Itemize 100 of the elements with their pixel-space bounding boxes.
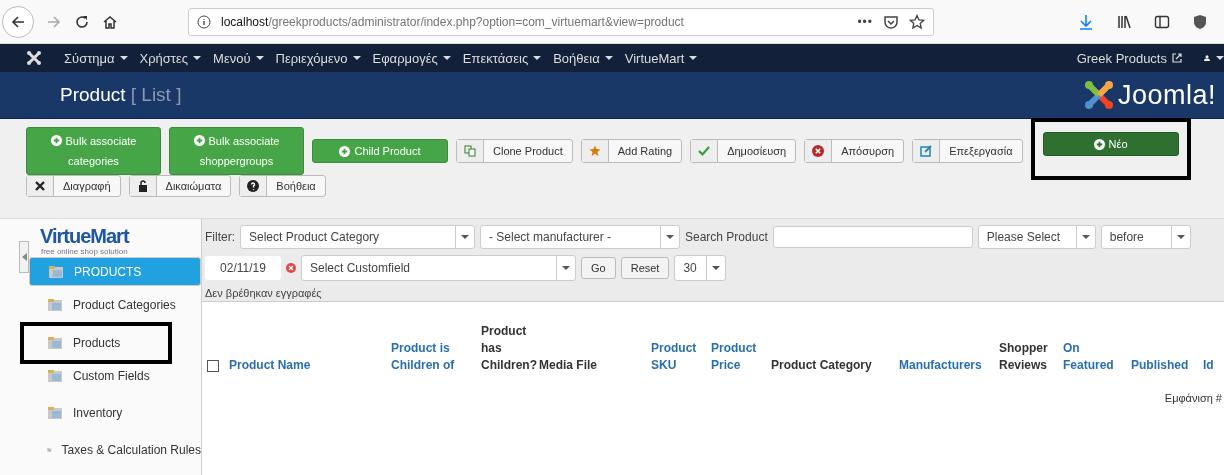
check-icon bbox=[698, 145, 711, 157]
search-field[interactable] bbox=[772, 226, 973, 248]
go-button[interactable]: Go bbox=[581, 257, 616, 279]
caret-icon bbox=[461, 235, 469, 239]
pocket-icon[interactable] bbox=[883, 13, 899, 30]
edit-icon bbox=[920, 145, 933, 157]
limit-select[interactable]: 30 bbox=[674, 255, 727, 281]
nav-menu[interactable]: Μενού bbox=[213, 50, 264, 66]
back-button[interactable] bbox=[2, 5, 34, 38]
sort-link[interactable]: Manufacturers bbox=[899, 357, 999, 374]
sidebar-item[interactable]: Taxes & Calculation Rules bbox=[29, 431, 201, 468]
sort-link[interactable]: Published bbox=[1131, 357, 1203, 374]
page-title: Product [ List ] bbox=[60, 84, 182, 106]
caret-icon bbox=[193, 56, 202, 60]
no-records-message: Δεν βρέθηκαν εγγραφές bbox=[205, 287, 323, 299]
external-link-icon bbox=[1172, 53, 1182, 63]
site-link[interactable]: Greek Products bbox=[1076, 50, 1182, 66]
caret-icon bbox=[533, 56, 542, 60]
caret-icon bbox=[666, 235, 674, 239]
sort-link[interactable]: Product SKU bbox=[651, 340, 711, 374]
joomla-logo: Joomla! bbox=[1083, 79, 1216, 111]
date-field[interactable]: 02/11/19 bbox=[205, 256, 281, 280]
folder-icon bbox=[47, 368, 63, 383]
toolbar-button[interactable]: Βοήθεια bbox=[239, 175, 326, 197]
clear-icon[interactable] bbox=[286, 263, 296, 273]
arrow-left-icon bbox=[10, 13, 26, 30]
shield-icon[interactable] bbox=[1192, 13, 1208, 30]
select-all-checkbox[interactable] bbox=[207, 360, 219, 372]
toolbar-button[interactable]: Clone Product bbox=[456, 139, 573, 163]
plus-icon bbox=[339, 145, 351, 157]
column-header: Media File bbox=[539, 357, 598, 374]
home-icon[interactable] bbox=[102, 13, 118, 30]
caret-icon bbox=[1176, 235, 1185, 239]
folder-icon bbox=[47, 297, 63, 312]
sidebar-item[interactable]: Inventory bbox=[29, 394, 201, 431]
address-bar[interactable]: localhost/greekproducts/administrator/index.php?option=com_virtuemart&view=product ••• bbox=[188, 7, 934, 36]
close-icon bbox=[34, 180, 46, 192]
nav-menu[interactable]: Χρήστες bbox=[139, 50, 202, 66]
folder-icon bbox=[47, 405, 63, 420]
nav-menu[interactable]: Επεκτάσεις bbox=[462, 50, 542, 66]
caret-icon bbox=[1081, 235, 1090, 239]
sort-link[interactable]: Product is Children of bbox=[391, 340, 481, 374]
toolbar-button[interactable]: Νέο bbox=[1042, 132, 1179, 156]
url-text: localhost/greekproducts/administrator/index.php?option=com_virtuemart&view=product bbox=[221, 14, 685, 29]
sidebar-item[interactable]: Product Categories bbox=[29, 286, 201, 323]
column-header: Product Category bbox=[771, 357, 873, 374]
nav-menu[interactable]: Σύστημα bbox=[64, 50, 128, 66]
toolbar-button[interactable]: Δημοσίευση bbox=[690, 139, 797, 163]
lock-icon bbox=[136, 180, 149, 192]
toolbar-button[interactable]: Add Rating bbox=[580, 139, 683, 163]
more-icon[interactable]: ••• bbox=[857, 14, 873, 29]
caret-icon bbox=[604, 56, 613, 60]
info-icon bbox=[197, 14, 211, 29]
customfield-select[interactable]: Select Customfield bbox=[301, 255, 576, 281]
nav-menu[interactable]: Εφαρμογές bbox=[372, 50, 451, 66]
arrow-left-icon bbox=[21, 253, 27, 261]
status-select[interactable]: Please Select bbox=[977, 225, 1096, 249]
search-label: Search Product bbox=[685, 230, 768, 244]
sort-link[interactable]: Id bbox=[1203, 357, 1223, 374]
reload-icon[interactable] bbox=[74, 13, 90, 30]
manufacturer-select[interactable]: - Select manufacturer - bbox=[480, 225, 680, 249]
column-header: Product has Children? bbox=[481, 323, 538, 374]
nav-menu[interactable]: VirtueMart bbox=[624, 50, 698, 66]
caret-icon bbox=[352, 56, 361, 60]
virtuemart-logo: VirtueMart free online shop solution bbox=[40, 225, 129, 257]
copy-icon bbox=[464, 145, 476, 157]
sort-link[interactable]: Product Price bbox=[711, 340, 771, 374]
sidebar-item[interactable]: Products bbox=[29, 326, 168, 360]
caret-icon bbox=[1216, 56, 1224, 60]
sidebar-item[interactable]: Custom Fields bbox=[29, 357, 201, 394]
sort-link[interactable]: On Featured bbox=[1063, 340, 1131, 374]
reset-button[interactable]: Reset bbox=[620, 257, 670, 279]
caret-icon bbox=[689, 56, 698, 60]
download-icon[interactable] bbox=[1078, 13, 1094, 30]
toolbar-button[interactable]: Δικαιώματα bbox=[128, 175, 232, 197]
plus-icon bbox=[1093, 138, 1105, 150]
folder-icon bbox=[48, 264, 64, 279]
caret-icon bbox=[562, 266, 570, 270]
toolbar-button[interactable]: Επεξεργασία bbox=[912, 139, 1023, 163]
toolbar-button[interactable]: Διαγραφή bbox=[26, 175, 121, 197]
nav-menu[interactable]: Βοήθεια bbox=[553, 50, 613, 66]
help-icon bbox=[247, 180, 260, 192]
plus-icon bbox=[50, 135, 62, 146]
star-icon[interactable] bbox=[909, 13, 925, 30]
nav-menu[interactable]: Περιεχόμενο bbox=[275, 50, 361, 66]
category-select[interactable]: Select Product Category bbox=[240, 225, 475, 249]
toolbar-button[interactable]: Απόσυρση bbox=[804, 139, 905, 163]
sidebar-icon[interactable] bbox=[1154, 13, 1170, 30]
sidebar-toggle[interactable] bbox=[19, 241, 29, 273]
library-icon[interactable] bbox=[1116, 13, 1132, 30]
caret-icon bbox=[712, 266, 721, 270]
user-icon bbox=[1204, 52, 1210, 64]
star-icon bbox=[588, 145, 601, 157]
caret-icon bbox=[442, 56, 451, 60]
sort-link[interactable]: Product Name bbox=[229, 357, 391, 374]
column-header: Shopper Reviews bbox=[999, 340, 1049, 374]
date-condition-select[interactable]: before bbox=[1100, 225, 1191, 249]
remove-icon bbox=[812, 145, 825, 157]
plus-icon bbox=[193, 135, 205, 146]
user-menu[interactable] bbox=[1204, 52, 1224, 64]
